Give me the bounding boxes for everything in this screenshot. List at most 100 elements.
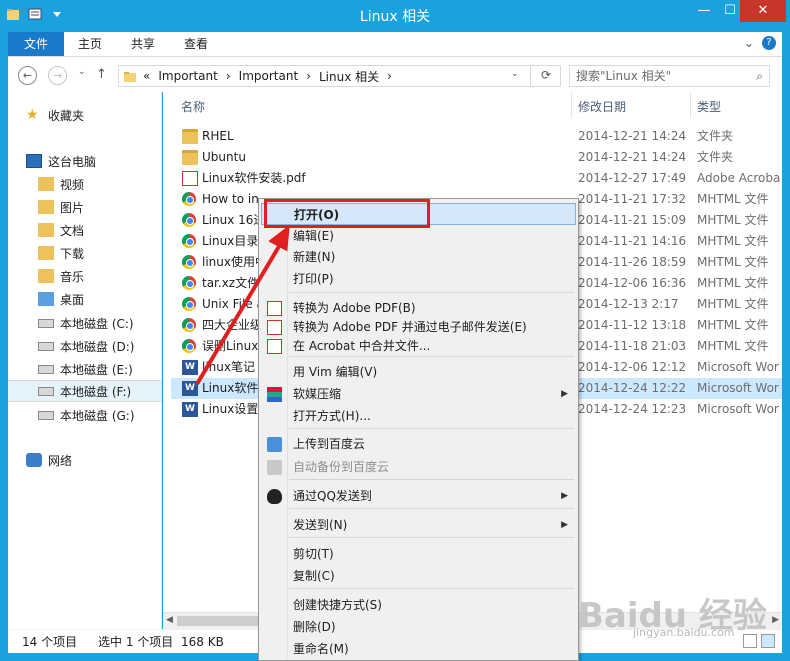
column-divider[interactable]	[571, 92, 572, 118]
folder-icon	[38, 223, 54, 237]
menu-item-label: 重命名(M)	[293, 642, 349, 656]
nav-drive-f[interactable]: 本地磁盘 (F:)	[8, 380, 161, 402]
nav-network[interactable]: 网络	[26, 449, 178, 471]
context-menu: 打开(O) 编辑(E) 新建(N) 打印(P) 转换为 Adobe PDF(B) 转换为 …	[258, 198, 579, 661]
file-type: Microsoft Wor	[697, 360, 779, 374]
menu-item-label: 软媒压缩	[293, 387, 342, 401]
column-header-date[interactable]: 修改日期	[578, 98, 626, 115]
file-type: MHTML 文件	[697, 192, 769, 206]
menu-item[interactable]: 创建快捷方式(S)	[261, 594, 576, 616]
forward-button[interactable]: →	[48, 66, 67, 85]
file-type: Microsoft Wor	[697, 381, 779, 395]
menu-item[interactable]: 发送到(N) ▶	[261, 514, 576, 536]
column-header-type[interactable]: 类型	[697, 98, 721, 115]
menu-item[interactable]: 删除(D)	[261, 616, 576, 638]
close-button[interactable]: ✕	[740, 0, 786, 22]
breadcrumb-item[interactable]: Linux 相关	[319, 68, 379, 85]
drive-icon	[38, 341, 54, 351]
folder-icon	[38, 269, 54, 283]
menu-item[interactable]: 编辑(E)	[261, 225, 576, 247]
menu-item[interactable]: 通过QQ发送到 ▶	[261, 485, 576, 507]
submenu-arrow-icon: ▶	[561, 520, 568, 530]
file-name: Linux目录	[202, 234, 259, 248]
address-dropdown-icon[interactable]: ⌄	[511, 69, 519, 79]
selection-count: 选中 1 个项目	[98, 635, 174, 649]
file-date: 2014-11-12 13:18	[578, 318, 687, 332]
menu-item[interactable]: 复制(C)	[261, 565, 576, 587]
column-divider[interactable]	[690, 92, 691, 118]
breadcrumb[interactable]: « Important › Important › Linux 相关 ›	[118, 65, 561, 87]
table-row[interactable]: Linux软件安装.pdf 2014-12-27 17:49 Adobe Acrob…	[171, 168, 782, 189]
tab-home[interactable]: 主页	[78, 32, 102, 56]
refresh-button[interactable]: ⟳	[530, 65, 561, 87]
up-button[interactable]: ↑	[96, 67, 107, 82]
chrome-file-icon	[182, 297, 196, 311]
drive-icon	[38, 318, 54, 328]
help-icon[interactable]: ?	[762, 36, 776, 50]
menu-item[interactable]: 打开方式(H)...	[261, 405, 576, 427]
menu-separator	[289, 537, 574, 538]
breadcrumb-separator[interactable]: ›	[226, 69, 231, 83]
pdf-convert-icon	[267, 301, 282, 316]
menu-item-label: 在 Acrobat 中合并文件...	[293, 339, 431, 353]
breadcrumb-separator[interactable]: ›	[306, 69, 311, 83]
expand-ribbon-icon[interactable]: ⌄	[744, 36, 754, 50]
nav-label: 下载	[60, 246, 85, 261]
menu-item-label: 删除(D)	[293, 620, 336, 634]
nav-this-pc[interactable]: 这台电脑	[26, 150, 178, 172]
search-icon: ⌕	[756, 69, 763, 83]
breadcrumb-item[interactable]: Important	[158, 69, 218, 83]
nav-label: 视频	[60, 177, 85, 192]
tab-view[interactable]: 查看	[184, 32, 208, 56]
back-button[interactable]: ←	[18, 66, 37, 85]
nav-label: 收藏夹	[48, 108, 85, 123]
drive-icon	[38, 386, 54, 396]
baidu-backup-icon	[267, 460, 282, 475]
file-date: 2014-11-18 21:03	[578, 339, 687, 353]
menu-item[interactable]: 上传到百度云	[261, 433, 576, 455]
file-name: Linux设置	[202, 402, 259, 416]
menu-item[interactable]: 自动备份到百度云	[261, 456, 576, 478]
menu-item-label: 剪切(T)	[293, 547, 334, 561]
pdf-email-icon	[267, 320, 282, 335]
word-file-icon: W	[182, 360, 198, 375]
scroll-left-icon[interactable]: ◀	[166, 615, 173, 625]
folder-icon	[38, 177, 54, 191]
file-date: 2014-12-21 14:24	[578, 129, 687, 143]
breadcrumb-item[interactable]: Important	[239, 69, 299, 83]
ribbon-tabs: 文件 主页 共享 查看 ⌄ ?	[0, 32, 790, 56]
file-name: How to in	[202, 192, 259, 206]
file-type: MHTML 文件	[697, 276, 769, 290]
scrollbar-thumb[interactable]	[177, 616, 267, 626]
nav-favorites[interactable]: ★ 收藏夹	[26, 104, 178, 126]
search-input[interactable]: 搜索"Linux 相关" ⌕	[569, 65, 770, 87]
table-row[interactable]: RHEL 2014-12-21 14:24 文件夹	[171, 126, 782, 147]
tab-share[interactable]: 共享	[131, 32, 155, 56]
table-row[interactable]: Ubuntu 2014-12-21 14:24 文件夹	[171, 147, 782, 168]
nav-label: 这台电脑	[48, 154, 97, 169]
menu-item-label: 编辑(E)	[293, 229, 334, 243]
file-type: 文件夹	[697, 129, 734, 143]
chrome-file-icon	[182, 339, 196, 353]
recent-locations-icon[interactable]: ⌄	[78, 67, 86, 77]
file-date: 2014-11-21 14:16	[578, 234, 687, 248]
minimize-button[interactable]: —	[690, 0, 718, 22]
menu-item[interactable]: 新建(N)	[261, 246, 576, 268]
menu-item[interactable]: 打印(P)	[261, 268, 576, 290]
menu-item[interactable]: 重命名(M)	[261, 638, 576, 660]
menu-item[interactable]: 在 Acrobat 中合并文件...	[261, 335, 576, 357]
menu-item[interactable]: 剪切(T)	[261, 543, 576, 565]
nav-label: 网络	[48, 453, 73, 468]
breadcrumb-separator[interactable]: ›	[387, 69, 392, 83]
file-date: 2014-11-21 17:32	[578, 192, 687, 206]
tab-file[interactable]: 文件	[8, 32, 64, 56]
folder-icon	[38, 200, 54, 214]
menu-item-label: 用 Vim 编辑(V)	[293, 365, 378, 379]
breadcrumb-overflow[interactable]: «	[143, 69, 150, 83]
scroll-right-icon[interactable]: ▶	[772, 615, 779, 625]
menu-item[interactable]: 软媒压缩 ▶	[261, 383, 576, 405]
menu-separator	[289, 479, 574, 480]
file-date: 2014-12-06 12:12	[578, 360, 687, 374]
column-header-name[interactable]: 名称	[181, 98, 205, 115]
menu-item[interactable]: 用 Vim 编辑(V)	[261, 361, 576, 383]
